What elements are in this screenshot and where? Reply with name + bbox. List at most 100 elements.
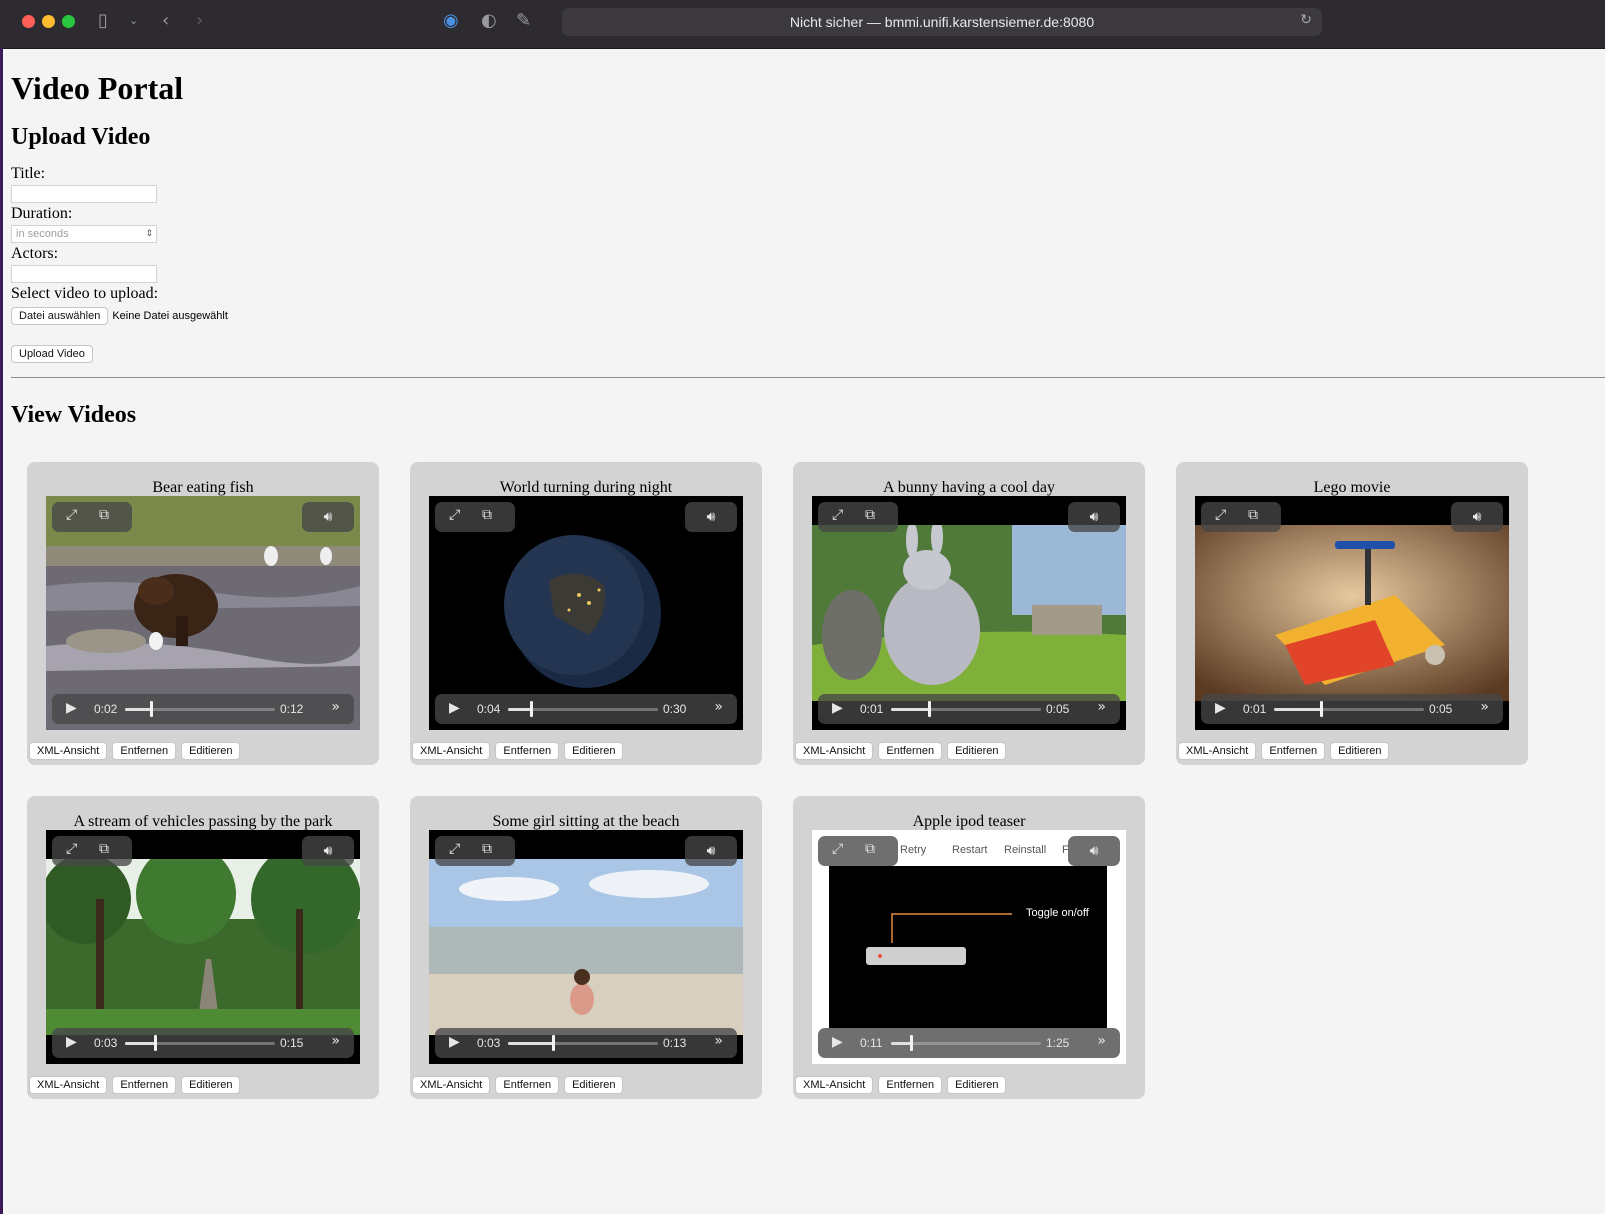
stepper-icon[interactable]: ⇕ [145,226,153,242]
picture-in-picture-icon[interactable]: ⧉ [482,841,492,857]
skip-forward-icon[interactable]: » [714,699,723,715]
duration-time: 0:05 [1046,702,1070,716]
actors-input[interactable] [11,265,157,283]
seek-handle[interactable] [1320,701,1323,717]
fullscreen-icon[interactable]: ⤢ [832,841,843,857]
remove-button[interactable]: Entfernen [878,742,943,760]
seek-handle[interactable] [530,701,533,717]
choose-file-button[interactable]: Datei auswählen [11,307,109,325]
seek-bar[interactable] [125,1035,275,1051]
play-icon[interactable]: ▶ [832,700,843,716]
address-bar[interactable]: Nicht sicher — bmmi.unifi.karstensiemer.… [562,8,1322,36]
seek-bar[interactable] [508,1035,658,1051]
minimize-window-button[interactable] [42,15,55,28]
video-player[interactable]: ⤢ ⧉ 🔊︎ ▶ 0:03 0:13 » [429,830,743,1064]
edit-button[interactable]: Editieren [1330,742,1390,760]
volume-icon[interactable]: 🔊︎ [302,836,354,866]
back-icon[interactable]: ‹ [162,10,169,32]
video-player[interactable]: ⤢ ⧉ 🔊︎ ▶ 0:04 0:30 » [429,496,743,730]
picture-in-picture-icon[interactable]: ⧉ [1248,507,1258,523]
remove-button[interactable]: Entfernen [112,742,177,760]
reload-icon[interactable]: ↻ [1300,12,1312,28]
edit-button[interactable]: Editieren [181,1076,241,1094]
remove-button[interactable]: Entfernen [878,1076,943,1094]
remove-button[interactable]: Entfernen [495,742,560,760]
video-player[interactable]: ⤢ ⧉ 🔊︎ ▶ 0:01 0:05 » [812,496,1126,730]
volume-icon[interactable]: 🔊︎ [685,502,737,532]
title-input[interactable] [11,185,157,203]
video-player[interactable]: ⤢ ⧉ 🔊︎ ▶ 0:02 0:12 » [46,496,360,730]
volume-icon[interactable]: 🔊︎ [685,836,737,866]
upload-heading: Upload Video [11,124,151,150]
extension-icon[interactable]: ✎ [516,10,531,32]
remove-button[interactable]: Entfernen [495,1076,560,1094]
duration-time: 0:05 [1429,702,1453,716]
picture-in-picture-icon[interactable]: ⧉ [865,507,875,523]
skip-forward-icon[interactable]: » [331,699,340,715]
duration-placeholder: in seconds [16,228,69,240]
fullscreen-icon[interactable]: ⤢ [66,507,77,523]
close-window-button[interactable] [22,15,35,28]
seek-bar[interactable] [508,701,658,717]
password-manager-icon[interactable]: ◉ [443,10,459,32]
play-icon[interactable]: ▶ [66,1034,77,1050]
seek-bar[interactable] [125,701,275,717]
edit-button[interactable]: Editieren [564,742,624,760]
sidebar-icon[interactable]: ▯ [98,10,108,32]
remove-button[interactable]: Entfernen [112,1076,177,1094]
picture-in-picture-icon[interactable]: ⧉ [99,507,109,523]
xml-view-button[interactable]: XML-Ansicht [1178,742,1257,760]
play-icon[interactable]: ▶ [449,1034,460,1050]
edit-button[interactable]: Editieren [947,742,1007,760]
volume-icon[interactable]: 🔊︎ [1068,502,1120,532]
xml-view-button[interactable]: XML-Ansicht [795,742,874,760]
video-bottom-controls: ▶ 0:03 0:13 » [435,1028,737,1058]
play-icon[interactable]: ▶ [449,700,460,716]
seek-bar[interactable] [1274,701,1424,717]
video-player[interactable]: ⤢ ⧉ 🔊︎ ▶ 0:03 0:15 » [46,830,360,1064]
shield-icon[interactable]: ◐ [481,10,497,32]
volume-icon[interactable]: 🔊︎ [1451,502,1503,532]
video-player[interactable]: Retry Restart Reinstall F Toggle on/off ⤢ ⧉ … [812,830,1126,1064]
play-icon[interactable]: ▶ [66,700,77,716]
picture-in-picture-icon[interactable]: ⧉ [865,841,875,857]
seek-bar[interactable] [891,701,1041,717]
edit-button[interactable]: Editieren [564,1076,624,1094]
seek-handle[interactable] [928,701,931,717]
duration-input[interactable]: in seconds ⇕ [11,225,157,243]
play-icon[interactable]: ▶ [1215,700,1226,716]
seek-handle[interactable] [150,701,153,717]
picture-in-picture-icon[interactable]: ⧉ [99,841,109,857]
fullscreen-icon[interactable]: ⤢ [66,841,77,857]
xml-view-button[interactable]: XML-Ansicht [795,1076,874,1094]
fullscreen-icon[interactable]: ⤢ [449,507,460,523]
remove-button[interactable]: Entfernen [1261,742,1326,760]
upload-video-button[interactable]: Upload Video [11,345,93,363]
skip-forward-icon[interactable]: » [331,1033,340,1049]
forward-icon[interactable]: › [196,10,203,32]
edit-button[interactable]: Editieren [181,742,241,760]
chevron-down-icon[interactable]: ⌄ [129,10,138,32]
fullscreen-icon[interactable]: ⤢ [449,841,460,857]
fullscreen-icon[interactable]: ⤢ [832,507,843,523]
xml-view-button[interactable]: XML-Ansicht [29,742,108,760]
xml-view-button[interactable]: XML-Ansicht [29,1076,108,1094]
skip-forward-icon[interactable]: » [1097,1033,1106,1049]
edit-button[interactable]: Editieren [947,1076,1007,1094]
fullscreen-icon[interactable]: ⤢ [1215,507,1226,523]
volume-icon[interactable]: 🔊︎ [1068,836,1120,866]
seek-handle[interactable] [552,1035,555,1051]
skip-forward-icon[interactable]: » [1097,699,1106,715]
volume-icon[interactable]: 🔊︎ [302,502,354,532]
seek-handle[interactable] [910,1035,913,1051]
picture-in-picture-icon[interactable]: ⧉ [482,507,492,523]
skip-forward-icon[interactable]: » [714,1033,723,1049]
video-player[interactable]: ⤢ ⧉ 🔊︎ ▶ 0:01 0:05 » [1195,496,1509,730]
seek-bar[interactable] [891,1035,1041,1051]
xml-view-button[interactable]: XML-Ansicht [412,1076,491,1094]
zoom-window-button[interactable] [62,15,75,28]
xml-view-button[interactable]: XML-Ansicht [412,742,491,760]
play-icon[interactable]: ▶ [832,1034,843,1050]
seek-handle[interactable] [154,1035,157,1051]
skip-forward-icon[interactable]: » [1480,699,1489,715]
